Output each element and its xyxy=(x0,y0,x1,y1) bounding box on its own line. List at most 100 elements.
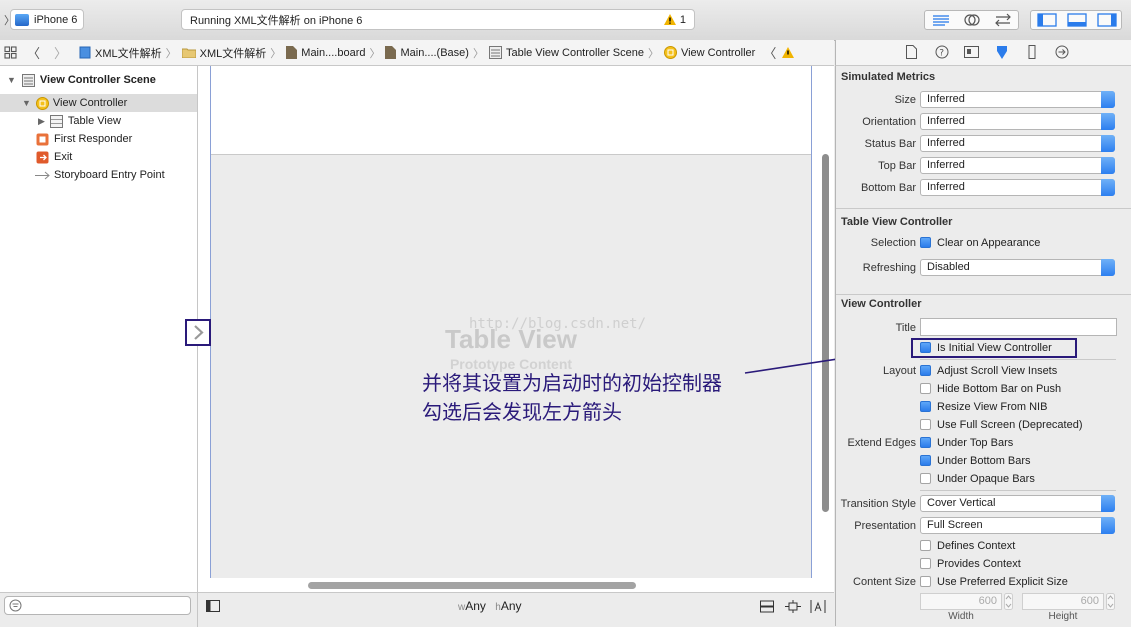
scene-icon xyxy=(488,46,502,59)
resolve-autolayout-icon[interactable] xyxy=(810,600,826,613)
jumpbar-storyboard[interactable]: Main....board xyxy=(286,46,365,59)
outline-scene-row[interactable]: ▼ View Controller Scene xyxy=(0,71,197,89)
outline-filter-bar xyxy=(0,592,198,627)
view-controller-icon xyxy=(35,96,49,110)
utilities-toggle-icon[interactable] xyxy=(1097,13,1117,27)
provides-context-checkbox[interactable] xyxy=(920,558,931,569)
view-controller-frame[interactable]: Table View Prototype Content http://blog… xyxy=(210,66,812,578)
assistant-editor-icon[interactable] xyxy=(963,13,981,27)
section-view-controller: View Controller xyxy=(841,298,922,310)
navigator-toggle-icon[interactable] xyxy=(1037,13,1057,27)
entry-point-arrow-icon xyxy=(35,171,50,179)
layout-label: Layout xyxy=(882,365,916,377)
divider xyxy=(836,208,1131,209)
forward-arrow-icon[interactable]: 〉 xyxy=(54,43,67,62)
outline-item-entry-point[interactable]: Storyboard Entry Point xyxy=(0,166,197,184)
use-full-screen-checkbox[interactable] xyxy=(920,419,931,430)
storyboard-file-icon xyxy=(286,46,298,59)
top-bar-popup[interactable]: Inferred xyxy=(920,157,1115,174)
outline-scene-label: View Controller Scene xyxy=(39,74,156,86)
standard-editor-icon[interactable] xyxy=(931,13,951,27)
annotation-line-2: 勾选后会发现左方箭头 xyxy=(422,402,622,424)
is-initial-vc-label: Is Initial View Controller xyxy=(937,342,1052,354)
initial-vc-arrow-icon xyxy=(194,325,204,340)
file-inspector-icon[interactable] xyxy=(906,45,917,59)
disclosure-open-icon[interactable]: ▼ xyxy=(22,98,31,108)
outline-item-first-responder[interactable]: First Responder xyxy=(0,130,197,148)
outline-filter-field[interactable] xyxy=(4,596,191,615)
preferred-explicit-size-checkbox[interactable] xyxy=(920,576,931,587)
quick-help-icon[interactable]: ? xyxy=(935,45,949,59)
jumpbar-warning-icon[interactable] xyxy=(782,47,795,58)
status-bar-popup[interactable]: Inferred xyxy=(920,135,1115,152)
jumpbar-project[interactable]: XML文件解析 xyxy=(79,45,162,61)
bottom-bar-label: Bottom Bar xyxy=(860,182,916,194)
stack-icon[interactable] xyxy=(760,600,774,613)
scheme-selector[interactable]: iPhone 6 xyxy=(10,9,84,30)
under-opaque-bars-checkbox[interactable] xyxy=(920,473,931,484)
bottom-bar-popup[interactable]: Inferred xyxy=(920,179,1115,196)
folder-icon xyxy=(181,48,196,58)
size-inspector-icon[interactable] xyxy=(1028,45,1036,59)
issue-back-icon[interactable]: 〈 xyxy=(763,43,776,62)
debug-area-toggle-icon[interactable] xyxy=(1067,13,1087,27)
popup-stepper-icon xyxy=(1101,91,1115,108)
defines-context-checkbox[interactable] xyxy=(920,540,931,551)
activity-viewer: Running XML文件解析 on iPhone 6 1 xyxy=(181,9,695,30)
clear-on-appearance-checkbox[interactable] xyxy=(920,237,931,248)
storyboard-canvas[interactable]: Table View Prototype Content http://blog… xyxy=(185,66,834,592)
warning-icon xyxy=(663,14,676,25)
horizontal-scrollbar[interactable] xyxy=(308,582,636,589)
outline-item-exit[interactable]: Exit xyxy=(0,148,197,166)
filter-icon xyxy=(9,599,22,612)
identity-inspector-icon[interactable] xyxy=(964,46,979,58)
scene-icon xyxy=(21,73,35,87)
disclosure-open-icon[interactable]: ▼ xyxy=(7,75,16,85)
divider xyxy=(920,359,1116,360)
storyboard-base-icon xyxy=(385,46,397,59)
title-field[interactable] xyxy=(920,318,1117,336)
adjust-scroll-insets-checkbox[interactable] xyxy=(920,365,931,376)
under-bottom-bars-checkbox[interactable] xyxy=(920,455,931,466)
width-stepper-icon[interactable] xyxy=(1004,593,1013,610)
jumpbar-group[interactable]: XML文件解析 xyxy=(181,45,266,61)
presentation-popup[interactable]: Full Screen xyxy=(920,517,1115,534)
show-outline-icon[interactable] xyxy=(206,600,220,612)
is-initial-vc-checkbox[interactable] xyxy=(920,342,931,353)
size-class-control[interactable]: wAny hAny xyxy=(458,599,522,613)
divider xyxy=(836,294,1131,295)
outline-item-table-view[interactable]: ▶ Table View xyxy=(0,112,197,130)
size-popup[interactable]: Inferred xyxy=(920,91,1115,108)
version-editor-icon[interactable] xyxy=(993,13,1013,27)
under-top-bars-checkbox[interactable] xyxy=(920,437,931,448)
resize-from-nib-checkbox[interactable] xyxy=(920,401,931,412)
document-outline: ▼ View Controller Scene ▼ View Controlle… xyxy=(0,66,198,626)
warning-indicator[interactable]: 1 xyxy=(663,14,686,26)
pin-icon[interactable] xyxy=(785,600,801,613)
height-field[interactable]: 600 xyxy=(1022,593,1104,610)
exit-icon xyxy=(36,151,49,163)
vertical-scrollbar[interactable] xyxy=(822,154,829,512)
hide-bottom-bar-checkbox[interactable] xyxy=(920,383,931,394)
orientation-popup[interactable]: Inferred xyxy=(920,113,1115,130)
related-items-icon[interactable] xyxy=(4,46,17,59)
refreshing-popup[interactable]: Disabled xyxy=(920,259,1115,276)
transition-style-popup[interactable]: Cover Vertical xyxy=(920,495,1115,512)
table-view-icon xyxy=(49,114,63,128)
title-label: Title xyxy=(895,322,916,334)
section-table-view-controller: Table View Controller xyxy=(841,216,953,228)
disclosure-closed-icon[interactable]: ▶ xyxy=(38,116,45,127)
device-label: iPhone 6 xyxy=(34,13,78,26)
width-field[interactable]: 600 xyxy=(920,593,1002,610)
height-stepper-icon[interactable] xyxy=(1106,593,1115,610)
back-arrow-icon[interactable]: 〈 xyxy=(27,43,40,62)
attributes-inspector-icon[interactable] xyxy=(995,45,1009,60)
connections-inspector-icon[interactable] xyxy=(1055,45,1069,59)
jumpbar-view-controller[interactable]: View Controller xyxy=(663,46,755,59)
outline-item-view-controller[interactable]: ▼ View Controller xyxy=(0,94,197,112)
jumpbar-base[interactable]: Main....(Base) xyxy=(385,46,469,59)
entry-arrow-highlight[interactable] xyxy=(185,319,211,346)
jumpbar-scene[interactable]: Table View Controller Scene xyxy=(488,46,644,59)
jump-bar: 〈 〉 XML文件解析 〉 XML文件解析 〉 Main....board 〉 … xyxy=(0,40,834,66)
size-label: Size xyxy=(894,94,916,106)
